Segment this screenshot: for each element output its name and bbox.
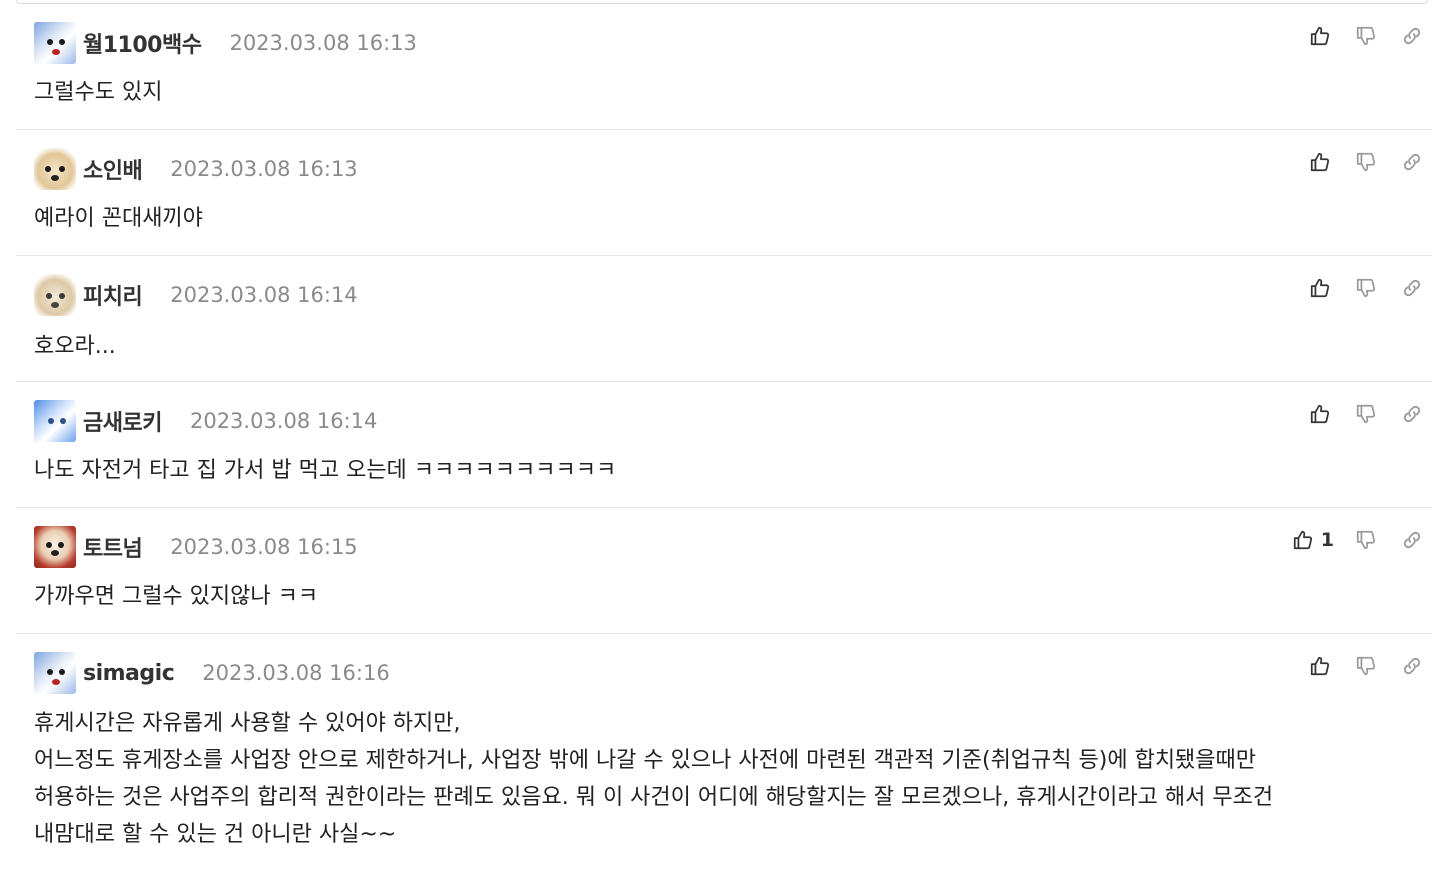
thumbs-down-icon <box>1356 278 1376 298</box>
avatar[interactable] <box>34 274 76 316</box>
comment-actions: 1 <box>1289 526 1426 554</box>
avatar-eye <box>46 293 52 299</box>
dislike-button[interactable] <box>1352 526 1380 554</box>
comment-header: 월1100백수 2023.03.08 16:13 <box>34 22 417 64</box>
link-button[interactable] <box>1398 400 1426 428</box>
avatar-eye <box>60 418 66 424</box>
dislike-button[interactable] <box>1352 22 1380 50</box>
comment-date: 2023.03.08 16:16 <box>202 661 390 685</box>
link-icon <box>1403 531 1421 549</box>
comment-actions <box>1306 22 1426 50</box>
comment-item: 금새로키 2023.03.08 16:14 나도 자전거 타고 집 가서 밥 먹… <box>16 382 1432 508</box>
link-button[interactable] <box>1398 526 1426 554</box>
thumbs-up-icon <box>1293 530 1312 550</box>
comment-header: 토트넘 2023.03.08 16:15 <box>34 526 358 568</box>
avatar-eye <box>59 166 65 172</box>
avatar-eye <box>46 542 52 548</box>
avatar[interactable] <box>34 526 76 568</box>
avatar-eye <box>58 542 64 548</box>
comment-actions <box>1306 652 1426 680</box>
dislike-button[interactable] <box>1352 400 1380 428</box>
comment-item: 토트넘 2023.03.08 16:15 가까우면 그럴수 있지않나 ㅋㅋ 1 <box>16 508 1432 634</box>
link-button[interactable] <box>1398 652 1426 680</box>
author-name[interactable]: 피치리 <box>83 279 143 311</box>
comment-date: 2023.03.08 16:13 <box>170 157 358 181</box>
like-icon-wrap <box>1289 526 1317 554</box>
like-button[interactable] <box>1306 22 1334 50</box>
comment-date: 2023.03.08 16:15 <box>170 535 358 559</box>
avatar-nose <box>52 49 60 55</box>
avatar[interactable] <box>34 652 76 694</box>
like-button[interactable] <box>1306 652 1334 680</box>
thumbs-up-icon <box>1310 26 1330 46</box>
link-button[interactable] <box>1398 148 1426 176</box>
comment-date: 2023.03.08 16:14 <box>189 409 378 433</box>
thumbs-up-icon <box>1310 278 1330 298</box>
avatar-eye <box>59 669 65 675</box>
comment-actions <box>1306 274 1426 302</box>
avatar[interactable] <box>34 148 76 190</box>
link-button[interactable] <box>1398 274 1426 302</box>
link-icon <box>1403 657 1421 675</box>
avatar-eye <box>59 39 65 45</box>
like-button[interactable] <box>1306 274 1334 302</box>
comment-header: simagic 2023.03.08 16:16 <box>34 652 390 694</box>
comment-text: 그럴수도 있지 <box>34 80 163 105</box>
author-name[interactable]: 토트넘 <box>83 531 143 563</box>
thumbs-up-icon <box>1310 656 1330 676</box>
comment-text: 호오라... <box>34 334 116 359</box>
comment-actions <box>1306 400 1426 428</box>
avatar-eye <box>45 166 51 172</box>
like-button[interactable]: 1 <box>1289 526 1334 554</box>
link-icon <box>1403 27 1421 45</box>
thumbs-up-icon <box>1310 152 1330 172</box>
comment-header: 소인배 2023.03.08 16:13 <box>34 148 358 190</box>
thumbs-down-icon <box>1356 404 1376 424</box>
like-count: 1 <box>1320 529 1334 551</box>
link-icon <box>1403 405 1421 423</box>
like-button[interactable] <box>1306 400 1334 428</box>
avatar-nose <box>52 679 60 685</box>
comment-date: 2023.03.08 16:14 <box>170 283 358 307</box>
avatar[interactable] <box>34 22 76 64</box>
like-button[interactable] <box>1306 148 1334 176</box>
comment-header: 피치리 2023.03.08 16:14 <box>34 274 358 316</box>
dislike-button[interactable] <box>1352 148 1380 176</box>
author-name[interactable]: 월1100백수 <box>83 27 202 59</box>
avatar-nose <box>51 302 59 308</box>
dislike-button[interactable] <box>1352 274 1380 302</box>
thumbs-down-icon <box>1356 152 1376 172</box>
avatar-eye <box>47 669 53 675</box>
comment-list: 월1100백수 2023.03.08 16:13 그럴수도 있지 소인배 202… <box>16 4 1432 874</box>
author-name[interactable]: simagic <box>83 661 175 686</box>
thumbs-down-icon <box>1356 530 1376 550</box>
comment-text: 가까우면 그럴수 있지않나 ㅋㅋ <box>34 584 319 609</box>
avatar-nose <box>51 550 59 556</box>
comment-actions <box>1306 148 1426 176</box>
comment-item: 피치리 2023.03.08 16:14 호오라... <box>16 256 1432 382</box>
link-icon <box>1403 153 1421 171</box>
comment-text: 예라이 꼰대새끼야 <box>34 206 203 231</box>
thumbs-down-icon <box>1356 26 1376 46</box>
thumbs-up-icon <box>1310 404 1330 424</box>
author-name[interactable]: 소인배 <box>83 153 143 185</box>
comment-item: simagic 2023.03.08 16:16 휴게시간은 자유롭게 사용할 … <box>16 634 1432 874</box>
comment-text: 나도 자전거 타고 집 가서 밥 먹고 오는데 ㅋㅋㅋㅋㅋㅋㅋㅋㅋㅋ <box>34 458 617 483</box>
thumbs-down-icon <box>1356 656 1376 676</box>
comment-date: 2023.03.08 16:13 <box>229 31 417 55</box>
dislike-button[interactable] <box>1352 652 1380 680</box>
comment-header: 금새로키 2023.03.08 16:14 <box>34 400 377 442</box>
comment-item: 소인배 2023.03.08 16:13 예라이 꼰대새끼야 <box>16 130 1432 256</box>
author-name[interactable]: 금새로키 <box>83 405 162 437</box>
avatar-eye <box>59 293 65 299</box>
avatar-eye <box>47 39 53 45</box>
comment-text: 휴게시간은 자유롭게 사용할 수 있어야 하지만, 어느정도 휴게장소를 사업장… <box>34 711 1274 847</box>
comment-item: 월1100백수 2023.03.08 16:13 그럴수도 있지 <box>16 4 1432 130</box>
avatar[interactable] <box>34 400 76 442</box>
link-button[interactable] <box>1398 22 1426 50</box>
avatar-eye <box>48 418 54 424</box>
link-icon <box>1403 279 1421 297</box>
avatar-nose <box>51 175 59 181</box>
